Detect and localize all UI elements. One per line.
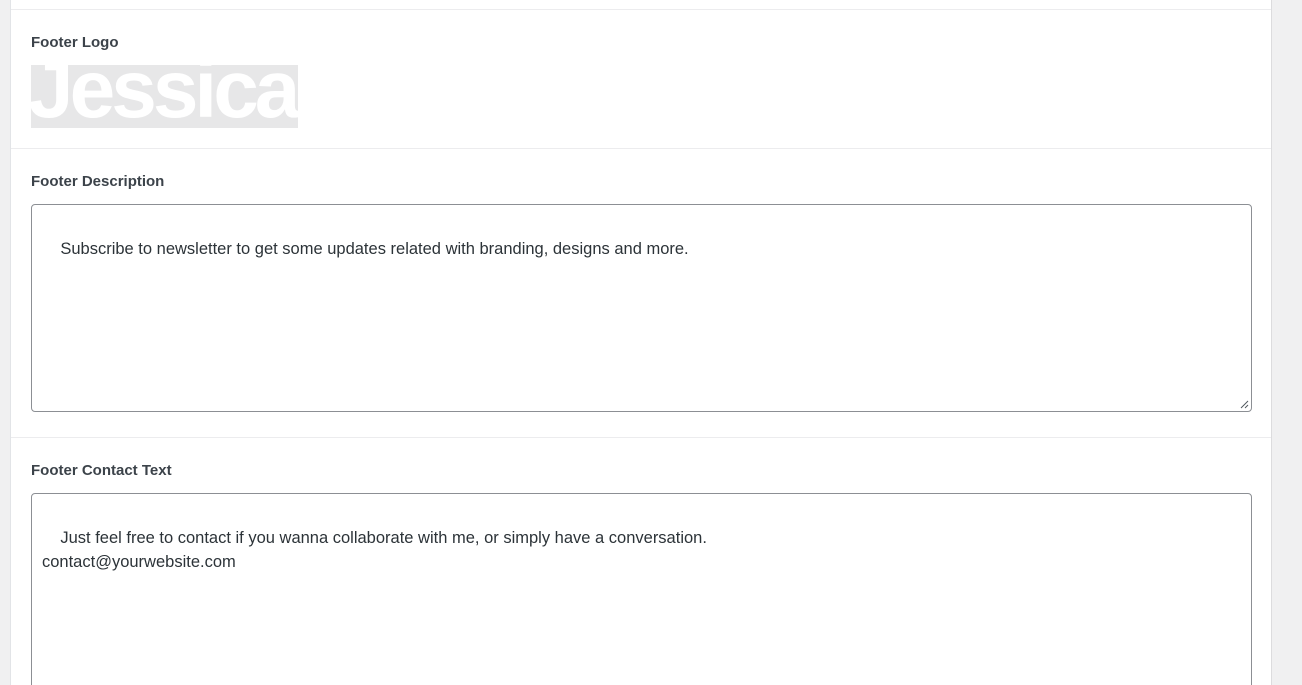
footer-contact-label: Footer Contact Text (31, 462, 172, 479)
footer-contact-textarea[interactable]: Just feel free to contact if you wanna c… (31, 493, 1252, 685)
footer-logo-image[interactable]: Jessica. (31, 65, 298, 128)
section-divider (11, 437, 1271, 438)
footer-contact-value: Just feel free to contact if you wanna c… (42, 529, 707, 571)
footer-logo-label: Footer Logo (31, 34, 119, 51)
footer-description-textarea[interactable]: Subscribe to newsletter to get some upda… (31, 204, 1252, 412)
resize-handle-icon[interactable] (1239, 399, 1249, 409)
section-divider (11, 148, 1271, 149)
footer-logo-text: Jessica. (31, 65, 298, 128)
section-divider (11, 9, 1271, 10)
settings-panel: Footer Logo Jessica. Footer Description … (10, 0, 1272, 685)
footer-description-label: Footer Description (31, 173, 165, 190)
footer-description-value: Subscribe to newsletter to get some upda… (60, 240, 689, 258)
